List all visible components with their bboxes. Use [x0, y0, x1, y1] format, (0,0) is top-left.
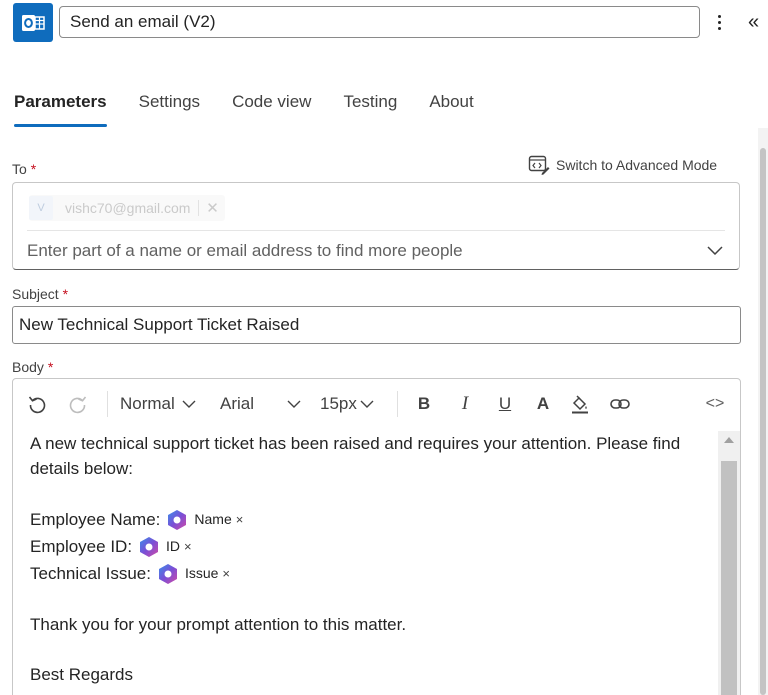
toolbar-separator — [107, 391, 108, 417]
collapse-panel-button[interactable]: « — [748, 8, 768, 36]
action-title-input[interactable] — [59, 6, 700, 38]
body-field-line: Employee ID: ID × — [30, 533, 716, 560]
redo-button[interactable] — [66, 392, 90, 416]
more-vertical-icon — [717, 14, 721, 18]
required-mark: * — [30, 161, 37, 177]
body-closing: Best Regards — [30, 665, 133, 684]
avatar: V — [29, 196, 53, 220]
more-vertical-dot — [717, 26, 721, 30]
code-view-button[interactable]: <> — [703, 392, 727, 416]
remove-recipient-icon[interactable]: ✕ — [199, 199, 225, 217]
undo-icon — [28, 396, 46, 414]
paint-bucket-icon — [572, 395, 588, 414]
chevron-down-icon — [360, 400, 374, 408]
body-intro: A new technical support ticket has been … — [30, 434, 681, 478]
required-mark: * — [47, 359, 54, 375]
highlight-button[interactable] — [568, 392, 592, 416]
subject-label-text: Subject — [12, 286, 59, 302]
paragraph-style-select[interactable]: Normal — [120, 392, 197, 416]
insert-link-button[interactable] — [608, 392, 632, 416]
to-label: To * — [12, 161, 36, 177]
body-editor[interactable]: Normal Arial 15px B I U A <> A new techn… — [12, 378, 741, 695]
advanced-mode-label: Switch to Advanced Mode — [556, 157, 718, 173]
people-search-input[interactable] — [27, 239, 687, 263]
underline-button[interactable]: U — [494, 392, 516, 416]
switch-advanced-mode-button[interactable]: Switch to Advanced Mode — [528, 155, 717, 175]
recipient-chip[interactable]: V vishc70@gmail.com ✕ — [29, 195, 226, 221]
body-label-text: Body — [12, 359, 44, 375]
double-chevron-left-icon: « — [748, 11, 760, 33]
body-field-line: Employee Name: Name × — [30, 506, 716, 533]
dataverse-icon — [140, 536, 159, 557]
to-field[interactable]: V vishc70@gmail.com ✕ — [12, 182, 740, 270]
chevron-down-icon — [182, 400, 196, 408]
font-size-select[interactable]: 15px — [320, 392, 375, 416]
chevron-down-icon[interactable] — [706, 241, 724, 259]
italic-button[interactable]: I — [454, 392, 476, 416]
dynamic-content-token[interactable]: Name × — [166, 507, 243, 532]
tab-list: Parameters Settings Code view Testing Ab… — [14, 88, 506, 130]
dataverse-icon — [158, 563, 177, 584]
remove-token-icon[interactable]: × — [236, 507, 244, 532]
field-label: Employee Name: — [30, 510, 161, 529]
dynamic-content-token[interactable]: ID × — [138, 534, 192, 559]
dynamic-content-token[interactable]: Issue × — [157, 561, 230, 586]
outlook-icon — [13, 3, 53, 42]
more-vertical-dot — [717, 20, 721, 24]
more-options-button[interactable] — [708, 8, 730, 36]
recipient-email: vishc70@gmail.com — [53, 200, 200, 216]
font-family-select[interactable]: Arial — [220, 392, 302, 416]
advanced-mode-icon — [528, 155, 550, 175]
tab-about[interactable]: About — [429, 88, 473, 128]
body-label: Body * — [12, 359, 53, 375]
body-field-line: Technical Issue: Issue × — [30, 560, 716, 587]
font-color-button[interactable]: A — [532, 392, 554, 416]
tab-code-view[interactable]: Code view — [232, 88, 311, 128]
token-label: Name — [194, 511, 232, 527]
field-label: Technical Issue: — [30, 564, 151, 583]
editor-scrollbar-thumb[interactable] — [721, 461, 737, 695]
remove-token-icon[interactable]: × — [222, 561, 230, 586]
font-family-value: Arial — [220, 394, 255, 413]
chevron-down-icon — [287, 400, 301, 408]
font-size-value: 15px — [320, 394, 357, 413]
required-mark: * — [62, 286, 69, 302]
divider — [27, 230, 725, 231]
tab-parameters[interactable]: Parameters — [14, 88, 107, 128]
tab-testing[interactable]: Testing — [343, 88, 397, 128]
dataverse-icon — [168, 509, 187, 530]
toolbar-separator — [397, 391, 398, 417]
token-label: Issue — [184, 565, 219, 581]
panel-scrollbar-thumb[interactable] — [760, 148, 766, 695]
body-thanks: Thank you for your prompt attention to t… — [30, 615, 407, 634]
redo-icon — [69, 396, 87, 414]
field-label: Employee ID: — [30, 537, 133, 556]
subject-label: Subject * — [12, 286, 68, 302]
undo-button[interactable] — [25, 392, 49, 416]
editor-toolbar: Normal Arial 15px B I U A <> — [13, 379, 740, 429]
bold-button[interactable]: B — [413, 392, 435, 416]
remove-token-icon[interactable]: × — [184, 534, 192, 559]
link-icon — [610, 399, 630, 409]
paragraph-style-value: Normal — [120, 394, 175, 413]
subject-input[interactable] — [12, 306, 741, 344]
to-label-text: To — [12, 161, 27, 177]
token-label: ID — [166, 538, 181, 554]
tab-settings[interactable]: Settings — [139, 88, 200, 128]
body-content[interactable]: A new technical support ticket has been … — [30, 431, 716, 687]
scroll-up-arrow-icon[interactable] — [724, 437, 734, 443]
